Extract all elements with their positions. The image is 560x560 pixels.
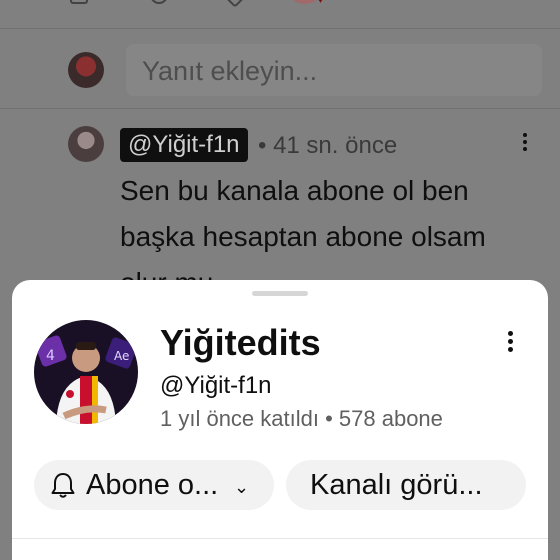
channel-avatar[interactable]: 4 Ae xyxy=(34,320,138,424)
channel-avatar-image: 4 Ae xyxy=(34,320,138,424)
svg-text:4: 4 xyxy=(46,348,55,364)
user-avatar xyxy=(68,52,104,88)
reply-icon[interactable] xyxy=(150,0,168,4)
channel-meta: 1 yıl önce katıldı • 578 abone xyxy=(160,406,443,431)
subscribe-button[interactable]: Abone o... ⌄ xyxy=(34,460,274,510)
channel-name: Yiğitedits xyxy=(160,322,321,363)
svg-text:Ae: Ae xyxy=(114,349,129,363)
reply-row: Yanıt ekleyin... xyxy=(0,42,560,102)
reply-input[interactable]: Yanıt ekleyin... xyxy=(126,44,542,96)
drag-handle[interactable] xyxy=(252,291,308,296)
more-vert-icon[interactable] xyxy=(500,328,520,358)
divider xyxy=(0,28,560,29)
bell-icon xyxy=(51,473,75,498)
chevron-down-icon: ⌄ xyxy=(234,477,250,497)
view-channel-button[interactable]: Kanalı görü... xyxy=(286,460,526,510)
view-channel-label: Kanalı görü... xyxy=(310,469,483,501)
commenter-avatar[interactable] xyxy=(68,126,104,162)
dislike-icon[interactable] xyxy=(70,0,88,4)
creator-heart-icon xyxy=(290,0,324,6)
share-icon[interactable] xyxy=(222,0,248,8)
comment-action-bar xyxy=(0,0,560,10)
subscribe-label: Abone o... xyxy=(86,469,219,501)
divider xyxy=(12,538,548,539)
channel-bottom-sheet: 4 Ae Yiğitedits @Yiğit-f1n 1 yıl önce ka… xyxy=(12,280,548,560)
reply-placeholder: Yanıt ekleyin... xyxy=(142,56,318,86)
comment-time: • 41 sn. önce xyxy=(258,132,398,159)
divider xyxy=(0,108,560,109)
channel-handle: @Yiğit-f1n xyxy=(160,372,272,399)
comment-author-handle[interactable]: @Yiğit-f1n xyxy=(120,128,248,162)
comment-item: @Yiğit-f1n • 41 sn. önce Sen bu kanala a… xyxy=(0,118,560,298)
comment-more-icon[interactable] xyxy=(516,130,534,156)
